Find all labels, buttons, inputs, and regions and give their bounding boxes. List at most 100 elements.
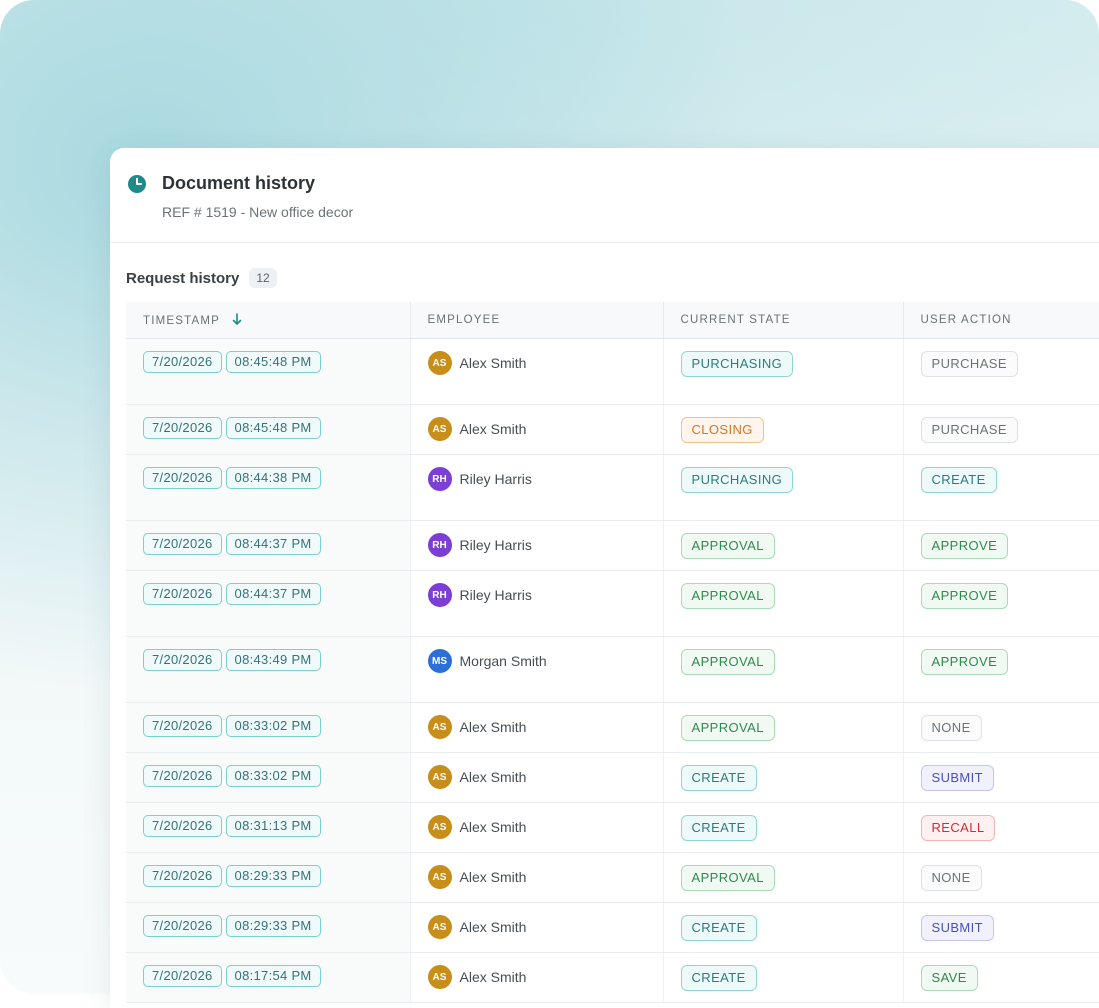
- clock-icon: [128, 175, 146, 193]
- time-chip: 08:29:33 PM: [225, 915, 321, 937]
- action-badge: SUBMIT: [920, 765, 995, 791]
- employee-name: Riley Harris: [459, 587, 532, 603]
- employee: RH Riley Harris: [427, 583, 663, 607]
- employee-name: Alex Smith: [459, 969, 527, 985]
- state-badge: APPROVAL: [680, 649, 775, 675]
- table-row[interactable]: 7/20/2026 08:44:38 PM RH Riley Harris PURCHA…: [126, 454, 1099, 521]
- user-action-cell: APPROVE: [903, 520, 1099, 571]
- time-chip: 08:29:33 PM: [225, 865, 321, 887]
- employee-cell: AS Alex Smith: [410, 952, 664, 1003]
- employee-cell: RH Riley Harris: [410, 570, 664, 637]
- table-row[interactable]: 7/20/2026 08:33:02 PM AS Alex Smith APPROVAL…: [126, 702, 1099, 753]
- current-state-cell: PURCHASING: [663, 454, 904, 521]
- table-row[interactable]: 7/20/2026 08:29:33 PM AS Alex Smith CREATE SU…: [126, 902, 1099, 953]
- state-badge: CREATE: [680, 965, 757, 991]
- state-badge: APPROVAL: [680, 583, 775, 609]
- action-badge: NONE: [920, 715, 982, 741]
- avatar: AS: [427, 351, 452, 375]
- user-action-cell: SUBMIT: [903, 902, 1099, 953]
- user-action-cell: PURCHASE: [903, 404, 1099, 455]
- timestamp-cell: 7/20/2026 08:44:37 PM: [126, 520, 411, 571]
- time-chip: 08:45:48 PM: [225, 351, 321, 373]
- employee: RH Riley Harris: [427, 533, 663, 557]
- current-state-cell: CREATE: [663, 902, 904, 953]
- current-state-cell: CREATE: [663, 952, 904, 1003]
- employee-cell: AS Alex Smith: [410, 404, 664, 455]
- employee-name: Alex Smith: [459, 919, 527, 935]
- time-chip: 08:44:37 PM: [225, 533, 321, 555]
- table-row[interactable]: 7/20/2026 08:17:54 PM AS Alex Smith CREATE SA…: [126, 952, 1099, 1003]
- table-row[interactable]: 7/20/2026 08:29:33 PM AS Alex Smith APPROVAL…: [126, 852, 1099, 903]
- employee-name: Morgan Smith: [459, 653, 547, 669]
- timestamp-cell: 7/20/2026 08:45:48 PM: [126, 338, 411, 405]
- current-state-cell: APPROVAL: [663, 636, 904, 703]
- avatar: AS: [427, 417, 452, 441]
- date-chip: 7/20/2026: [143, 765, 222, 787]
- avatar: AS: [427, 865, 452, 889]
- column-header-timestamp[interactable]: TIMESTAMP: [126, 302, 411, 339]
- column-header-current-state[interactable]: CURRENT STATE: [663, 302, 904, 339]
- history-count-badge: 12: [249, 268, 277, 288]
- user-action-cell: SUBMIT: [903, 752, 1099, 803]
- current-state-cell: CREATE: [663, 802, 904, 853]
- user-action-cell: PURCHASE: [903, 338, 1099, 405]
- employee-cell: RH Riley Harris: [410, 520, 664, 571]
- current-state-cell: APPROVAL: [663, 702, 904, 753]
- date-chip: 7/20/2026: [143, 583, 222, 605]
- date-chip: 7/20/2026: [143, 865, 222, 887]
- employee-name: Alex Smith: [459, 869, 527, 885]
- table-row[interactable]: 7/20/2026 08:44:37 PM RH Riley Harris APPROV…: [126, 570, 1099, 637]
- action-badge: PURCHASE: [920, 417, 1018, 443]
- date-chip: 7/20/2026: [143, 351, 222, 373]
- table-row[interactable]: 7/20/2026 08:45:48 PM AS Alex Smith CLOSING P…: [126, 404, 1099, 455]
- table-row[interactable]: 7/20/2026 08:43:49 PM MS Morgan Smith APPROV…: [126, 636, 1099, 703]
- avatar: AS: [427, 815, 452, 839]
- employee-name: Alex Smith: [459, 719, 527, 735]
- timestamp-cell: 7/20/2026 08:45:48 PM: [126, 404, 411, 455]
- time-chip: 08:44:38 PM: [225, 467, 321, 489]
- employee-name: Alex Smith: [459, 769, 527, 785]
- panel-header: Document history REF # 1519 - New office…: [110, 148, 1099, 243]
- column-header-user-action[interactable]: USER ACTION: [903, 302, 1099, 339]
- employee-name: Riley Harris: [459, 471, 532, 487]
- date-chip: 7/20/2026: [143, 815, 222, 837]
- employee-name: Alex Smith: [459, 819, 527, 835]
- sort-descending-icon[interactable]: [232, 313, 242, 326]
- table-row[interactable]: 7/20/2026 08:44:37 PM RH Riley Harris APPROV…: [126, 520, 1099, 571]
- time-chip: 08:31:13 PM: [225, 815, 321, 837]
- employee: AS Alex Smith: [427, 417, 663, 441]
- current-state-cell: PURCHASING: [663, 338, 904, 405]
- timestamp-cell: 7/20/2026 08:29:33 PM: [126, 902, 411, 953]
- column-label: CURRENT STATE: [680, 314, 791, 326]
- current-state-cell: APPROVAL: [663, 570, 904, 637]
- state-badge: APPROVAL: [680, 533, 775, 559]
- timestamp-cell: 7/20/2026 08:17:54 PM: [126, 952, 411, 1003]
- time-chip: 08:45:48 PM: [225, 417, 321, 439]
- table-row[interactable]: 7/20/2026 08:45:48 PM AS Alex Smith PURCHASI…: [126, 338, 1099, 405]
- table-row[interactable]: 7/20/2026 08:33:02 PM AS Alex Smith CREATE SU…: [126, 752, 1099, 803]
- avatar: RH: [427, 467, 452, 491]
- date-chip: 7/20/2026: [143, 965, 222, 987]
- employee-cell: AS Alex Smith: [410, 752, 664, 803]
- state-badge: APPROVAL: [680, 715, 775, 741]
- user-action-cell: CREATE: [903, 454, 1099, 521]
- action-badge: SAVE: [920, 965, 978, 991]
- employee: AS Alex Smith: [427, 715, 663, 739]
- state-badge: PURCHASING: [680, 467, 794, 493]
- action-badge: SUBMIT: [920, 915, 995, 941]
- table-row[interactable]: 7/20/2026 08:31:13 PM AS Alex Smith CREATE RE…: [126, 802, 1099, 853]
- time-chip: 08:44:37 PM: [225, 583, 321, 605]
- employee-cell: AS Alex Smith: [410, 702, 664, 753]
- timestamp-cell: 7/20/2026 08:29:33 PM: [126, 852, 411, 903]
- current-state-cell: APPROVAL: [663, 852, 904, 903]
- table-body: 7/20/2026 08:45:48 PM AS Alex Smith PURCHASI…: [126, 338, 1099, 1003]
- employee-cell: AS Alex Smith: [410, 802, 664, 853]
- section-title: Request history: [126, 269, 240, 287]
- time-chip: 08:33:02 PM: [225, 715, 321, 737]
- user-action-cell: SAVE: [903, 952, 1099, 1003]
- column-header-employee[interactable]: EMPLOYEE: [410, 302, 664, 339]
- state-badge: CREATE: [680, 815, 757, 841]
- column-label: EMPLOYEE: [427, 314, 501, 326]
- avatar: RH: [427, 533, 452, 557]
- current-state-cell: CLOSING: [663, 404, 904, 455]
